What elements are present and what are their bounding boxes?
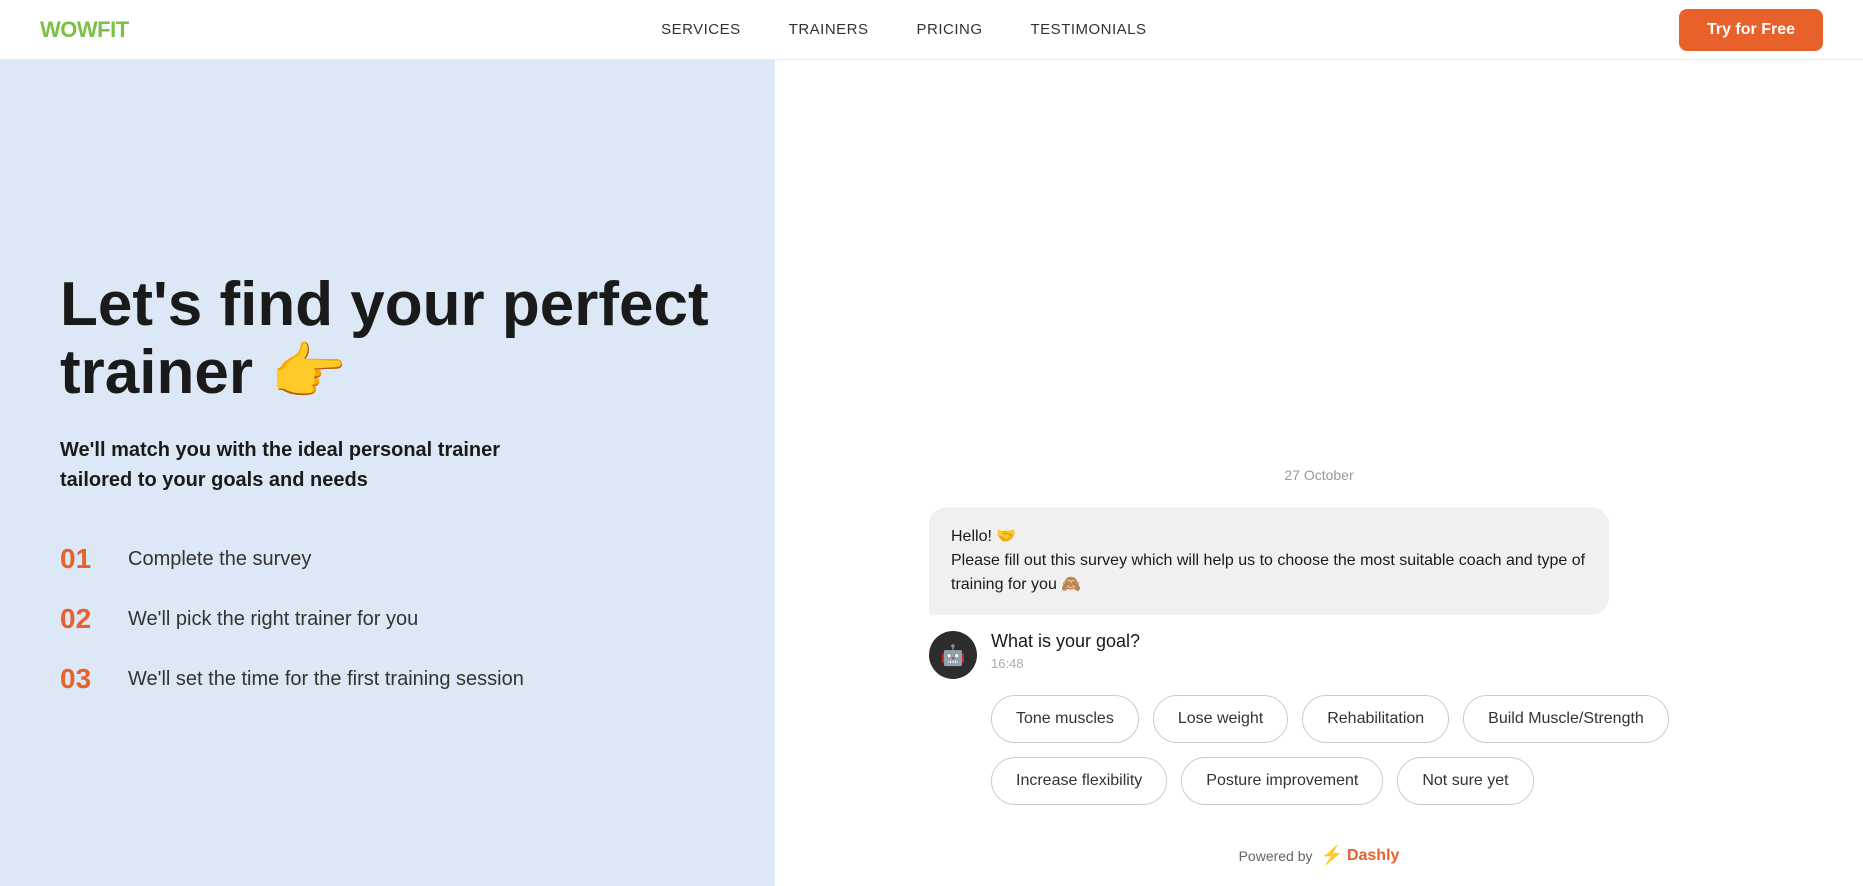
step-3-number: 03 — [60, 663, 108, 695]
bot-question-wrap: What is your goal? 16:48 — [991, 631, 1140, 671]
try-for-free-button[interactable]: Try for Free — [1679, 9, 1823, 51]
nav-link-testimonials[interactable]: TESTIMONIALS — [1031, 21, 1147, 38]
step-1-number: 01 — [60, 543, 108, 575]
step-2-number: 02 — [60, 603, 108, 635]
bot-question-row: 🤖 What is your goal? 16:48 — [929, 631, 1709, 679]
chat-date: 27 October — [929, 467, 1709, 483]
option-build-muscle[interactable]: Build Muscle/Strength — [1463, 695, 1669, 743]
option-lose-weight[interactable]: Lose weight — [1153, 695, 1288, 743]
greeting-body: Please fill out this survey which will h… — [951, 552, 1585, 593]
chat-container: 27 October Hello! 🤝 Please fill out this… — [929, 447, 1709, 866]
nav-links: SERVICES TRAINERS PRICING TESTIMONIALS — [661, 21, 1146, 38]
nav-link-services[interactable]: SERVICES — [661, 21, 741, 38]
powered-by: Powered by ⚡ Dashly — [929, 845, 1709, 866]
nav-link-trainers[interactable]: TRAINERS — [789, 21, 869, 38]
step-3: 03 We'll set the time for the first trai… — [60, 663, 715, 695]
main-layout: Let's find your perfect trainer 👉 We'll … — [0, 60, 1863, 886]
bot-time: 16:48 — [991, 656, 1140, 671]
navbar: WOWFIT SERVICES TRAINERS PRICING TESTIMO… — [0, 0, 1863, 60]
powered-by-label: Powered by — [1239, 848, 1313, 864]
hero-subtitle: We'll match you with the ideal personal … — [60, 435, 540, 495]
dashly-icon: ⚡ — [1321, 845, 1343, 866]
dashly-logo: ⚡ Dashly — [1321, 845, 1400, 866]
dashly-brand: Dashly — [1347, 847, 1399, 865]
option-posture-improvement[interactable]: Posture improvement — [1181, 757, 1383, 805]
option-not-sure-yet[interactable]: Not sure yet — [1397, 757, 1533, 805]
step-2-text: We'll pick the right trainer for you — [128, 608, 418, 631]
option-tone-muscles[interactable]: Tone muscles — [991, 695, 1139, 743]
step-1: 01 Complete the survey — [60, 543, 715, 575]
greeting-text: Hello! 🤝 — [951, 528, 1016, 545]
greeting-bubble: Hello! 🤝 Please fill out this survey whi… — [929, 507, 1609, 615]
option-rehabilitation[interactable]: Rehabilitation — [1302, 695, 1449, 743]
logo-accent: FIT — [97, 17, 129, 42]
hero-title: Let's find your perfect trainer 👉 — [60, 271, 715, 407]
bot-avatar-icon: 🤖 — [941, 643, 966, 668]
options-row: Tone muscles Lose weight Rehabilitation … — [929, 695, 1709, 805]
step-1-text: Complete the survey — [128, 548, 311, 571]
logo-main: WOW — [40, 17, 97, 42]
bot-avatar: 🤖 — [929, 631, 977, 679]
right-panel: 27 October Hello! 🤝 Please fill out this… — [775, 60, 1863, 886]
logo: WOWFIT — [40, 17, 129, 43]
bot-question-text: What is your goal? — [991, 631, 1140, 652]
step-2: 02 We'll pick the right trainer for you — [60, 603, 715, 635]
option-increase-flexibility[interactable]: Increase flexibility — [991, 757, 1167, 805]
steps-list: 01 Complete the survey 02 We'll pick the… — [60, 543, 715, 695]
nav-link-pricing[interactable]: PRICING — [917, 21, 983, 38]
step-3-text: We'll set the time for the first trainin… — [128, 668, 524, 691]
left-panel: Let's find your perfect trainer 👉 We'll … — [0, 60, 775, 886]
